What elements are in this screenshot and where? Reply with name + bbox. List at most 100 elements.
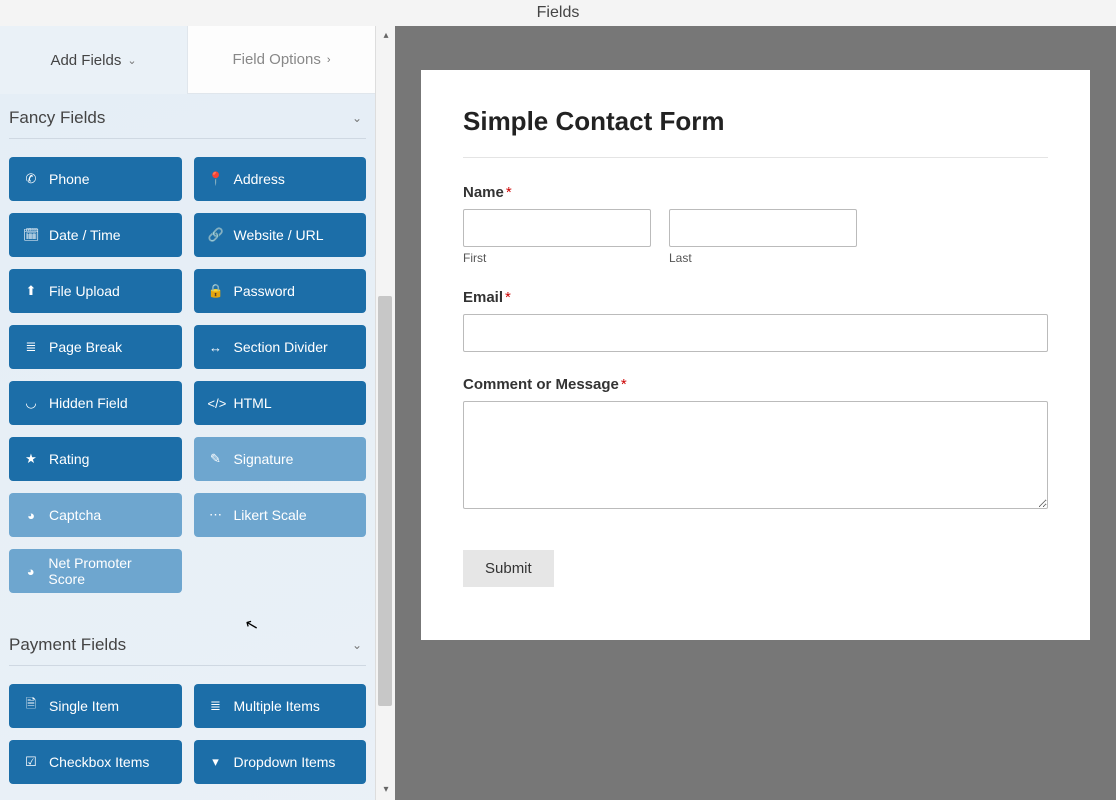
field-button-label: Date / Time bbox=[49, 227, 121, 243]
gauge-icon: ◕ bbox=[23, 508, 39, 523]
dots-icon: ⋯ bbox=[208, 507, 224, 523]
required-mark: * bbox=[505, 289, 511, 306]
field-button-phone[interactable]: ✆ Phone bbox=[9, 157, 182, 201]
label-text: Comment or Message bbox=[463, 376, 619, 393]
required-mark: * bbox=[621, 376, 627, 393]
name-last-col: Last bbox=[669, 209, 857, 265]
field-button-label: Website / URL bbox=[234, 227, 324, 243]
chevron-down-icon: ⌄ bbox=[352, 111, 362, 125]
star-icon: ★ bbox=[23, 451, 39, 467]
section-payment-fields: Payment Fields ⌄ 🗎 Single Item ≣Multiple I… bbox=[0, 621, 375, 784]
field-button-label: Hidden Field bbox=[49, 395, 128, 411]
page-title: Fields bbox=[537, 4, 580, 21]
field-button-checkbox-items[interactable]: ☑Checkbox Items bbox=[9, 740, 182, 784]
fancy-fields-grid: ✆ Phone 📍 Address 🗓Date / Time 🔗 Website / URL… bbox=[9, 157, 366, 593]
name-row: First Last bbox=[463, 209, 1048, 265]
page-header: Fields bbox=[0, 0, 1116, 26]
field-button-label: Likert Scale bbox=[234, 507, 307, 523]
email-label: Email* bbox=[463, 289, 1048, 306]
link-icon: 🔗 bbox=[208, 227, 224, 243]
file-icon: 🗎 bbox=[23, 695, 39, 717]
chevron-down-icon: ⌄ bbox=[127, 54, 136, 67]
field-button-label: Rating bbox=[49, 451, 89, 467]
chevron-down-icon: ⌄ bbox=[352, 638, 362, 652]
form-preview-area: Simple Contact Form Name* First Last bbox=[395, 26, 1116, 800]
sidebar-container: Add Fields ⌄ Field Options › Fancy Field… bbox=[0, 26, 395, 800]
field-button-label: Multiple Items bbox=[234, 698, 320, 714]
field-button-label: Page Break bbox=[49, 339, 122, 355]
first-name-input[interactable] bbox=[463, 209, 651, 247]
dropdown-icon: ▾ bbox=[208, 754, 224, 770]
section-fancy-fields: Fancy Fields ⌄ ✆ Phone 📍 Address 🗓Date / Tim… bbox=[0, 94, 375, 593]
section-title: Payment Fields bbox=[9, 635, 126, 655]
pin-icon: 📍 bbox=[208, 171, 224, 187]
field-button-net-promoter-score[interactable]: ◕ Net Promoter Score bbox=[9, 549, 182, 593]
submit-button[interactable]: Submit bbox=[463, 550, 554, 587]
scroll-thumb[interactable] bbox=[378, 296, 392, 706]
section-header-fancy[interactable]: Fancy Fields ⌄ bbox=[9, 94, 366, 139]
field-email[interactable]: Email* bbox=[463, 289, 1048, 352]
form-card[interactable]: Simple Contact Form Name* First Last bbox=[421, 70, 1090, 640]
first-sublabel: First bbox=[463, 251, 651, 265]
form-title: Simple Contact Form bbox=[463, 106, 1048, 158]
upload-icon: ⬆ bbox=[23, 283, 39, 299]
label-text: Email bbox=[463, 289, 503, 306]
label-text: Name bbox=[463, 184, 504, 201]
field-button-multiple-items[interactable]: ≣Multiple Items bbox=[194, 684, 367, 728]
field-button-label: Net Promoter Score bbox=[48, 555, 167, 587]
section-header-payment[interactable]: Payment Fields ⌄ bbox=[9, 621, 366, 666]
name-label: Name* bbox=[463, 184, 1048, 201]
field-comment[interactable]: Comment or Message* bbox=[463, 376, 1048, 512]
field-button-label: Signature bbox=[234, 451, 294, 467]
field-button-page-break[interactable]: ≣Page Break bbox=[9, 325, 182, 369]
code-icon: </> bbox=[208, 396, 224, 411]
tab-field-options[interactable]: Field Options › bbox=[187, 26, 375, 94]
field-button-password[interactable]: 🔒 Password bbox=[194, 269, 367, 313]
field-button-label: Password bbox=[234, 283, 295, 299]
field-button-signature[interactable]: ✎ Signature bbox=[194, 437, 367, 481]
sidebar: Add Fields ⌄ Field Options › Fancy Field… bbox=[0, 26, 375, 800]
check-icon: ☑ bbox=[23, 754, 39, 770]
sidebar-scrollbar[interactable]: ▴ ▾ bbox=[375, 26, 395, 800]
field-button-date-time[interactable]: 🗓Date / Time bbox=[9, 213, 182, 257]
field-button-captcha[interactable]: ◕ Captcha bbox=[9, 493, 182, 537]
divider-icon: ↔ bbox=[208, 340, 224, 355]
field-button-website-url[interactable]: 🔗 Website / URL bbox=[194, 213, 367, 257]
sidebar-tabs: Add Fields ⌄ Field Options › bbox=[0, 26, 375, 94]
lock-icon: 🔒 bbox=[208, 283, 224, 299]
field-button-rating[interactable]: ★ Rating bbox=[9, 437, 182, 481]
payment-fields-grid: 🗎 Single Item ≣Multiple Items ☑Checkbox Ite… bbox=[9, 684, 366, 784]
email-input[interactable] bbox=[463, 314, 1048, 352]
scroll-down-arrow-icon[interactable]: ▾ bbox=[376, 780, 396, 800]
name-first-col: First bbox=[463, 209, 651, 265]
main-layout: Add Fields ⌄ Field Options › Fancy Field… bbox=[0, 26, 1116, 800]
required-mark: * bbox=[506, 184, 512, 201]
field-button-dropdown-items[interactable]: ▾Dropdown Items bbox=[194, 740, 367, 784]
gauge-icon: ◕ bbox=[23, 564, 38, 579]
field-button-label: Section Divider bbox=[234, 339, 328, 355]
field-button-single-item[interactable]: 🗎 Single Item bbox=[9, 684, 182, 728]
field-button-html[interactable]: </> HTML bbox=[194, 381, 367, 425]
field-button-label: File Upload bbox=[49, 283, 120, 299]
field-button-section-divider[interactable]: ↔ Section Divider bbox=[194, 325, 367, 369]
field-button-label: Phone bbox=[49, 171, 89, 187]
field-button-hidden-field[interactable]: ◡Hidden Field bbox=[9, 381, 182, 425]
phone-icon: ✆ bbox=[23, 171, 39, 187]
field-button-address[interactable]: 📍 Address bbox=[194, 157, 367, 201]
field-button-likert-scale[interactable]: ⋯ Likert Scale bbox=[194, 493, 367, 537]
tab-add-fields[interactable]: Add Fields ⌄ bbox=[0, 26, 187, 94]
field-button-label: HTML bbox=[234, 395, 272, 411]
last-name-input[interactable] bbox=[669, 209, 857, 247]
comment-textarea[interactable] bbox=[463, 401, 1048, 509]
chevron-right-icon: › bbox=[327, 54, 331, 66]
field-button-label: Single Item bbox=[49, 698, 119, 714]
pencil-icon: ✎ bbox=[208, 451, 224, 467]
field-button-label: Captcha bbox=[49, 507, 101, 523]
field-button-label: Address bbox=[234, 171, 285, 187]
comment-label: Comment or Message* bbox=[463, 376, 1048, 393]
field-name[interactable]: Name* First Last bbox=[463, 184, 1048, 265]
scroll-up-arrow-icon[interactable]: ▴ bbox=[376, 26, 396, 46]
field-button-file-upload[interactable]: ⬆ File Upload bbox=[9, 269, 182, 313]
tab-label: Field Options bbox=[232, 51, 320, 68]
scroll-track[interactable] bbox=[376, 46, 395, 780]
